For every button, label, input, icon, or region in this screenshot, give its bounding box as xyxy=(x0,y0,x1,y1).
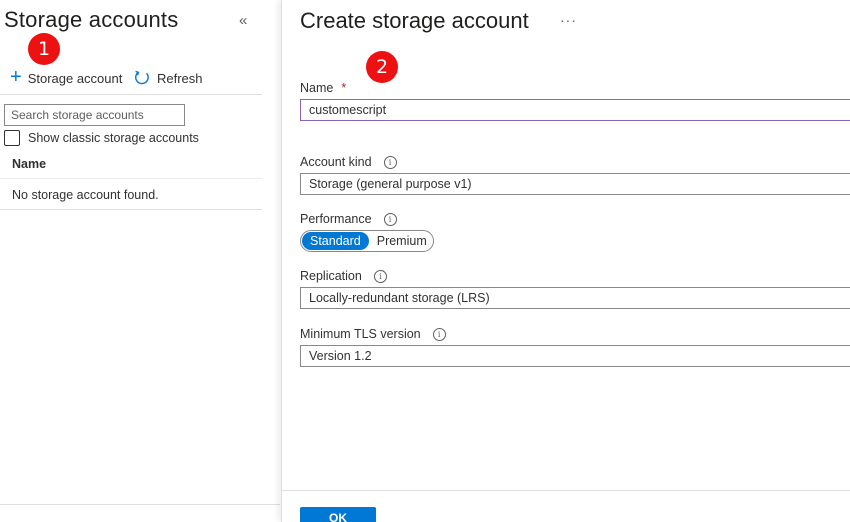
empty-message: No storage account found. xyxy=(12,188,159,202)
create-storage-account-blade: Create storage account ··· Name * Account… xyxy=(281,0,850,522)
divider xyxy=(0,504,280,505)
app-root: Storage accounts « + Storage account Ref… xyxy=(0,0,850,522)
replication-value: Locally-redundant storage (LRS) xyxy=(309,291,490,305)
refresh-button[interactable]: Refresh xyxy=(133,66,203,90)
name-input[interactable] xyxy=(300,99,850,121)
min-tls-label-text: Minimum TLS version xyxy=(300,327,421,341)
min-tls-value: Version 1.2 xyxy=(309,349,372,363)
refresh-label: Refresh xyxy=(157,70,203,86)
replication-select[interactable]: Locally-redundant storage (LRS) xyxy=(300,287,850,309)
min-tls-label: Minimum TLS version i xyxy=(300,327,446,341)
account-kind-value: Storage (general purpose v1) xyxy=(309,177,472,191)
page-title: Storage accounts xyxy=(4,7,179,32)
show-classic-checkbox-row[interactable]: Show classic storage accounts xyxy=(4,129,199,147)
collapse-panel-icon[interactable]: « xyxy=(239,12,247,29)
footer-divider xyxy=(282,490,850,491)
add-storage-account-button[interactable]: + Storage account xyxy=(10,66,122,90)
performance-label-text: Performance xyxy=(300,212,372,226)
info-icon[interactable]: i xyxy=(383,212,397,226)
performance-option-premium[interactable]: Premium xyxy=(369,232,435,250)
info-icon[interactable]: i xyxy=(373,269,387,283)
replication-label-text: Replication xyxy=(300,269,362,283)
table-header: Name xyxy=(0,150,262,179)
search-input[interactable] xyxy=(4,104,185,126)
performance-option-standard[interactable]: Standard xyxy=(302,232,369,250)
show-classic-checkbox[interactable] xyxy=(4,130,20,146)
account-kind-select[interactable]: Storage (general purpose v1) xyxy=(300,173,850,195)
column-header-name[interactable]: Name xyxy=(12,157,46,171)
refresh-icon xyxy=(135,70,149,85)
info-icon[interactable]: i xyxy=(383,155,397,169)
step-badge-1: 1 xyxy=(28,33,60,65)
ok-button[interactable]: OK xyxy=(300,507,376,522)
toolbar: + Storage account Refresh xyxy=(0,66,262,95)
required-marker: * xyxy=(341,81,347,95)
info-icon[interactable]: i xyxy=(432,327,446,341)
account-kind-label: Account kind i xyxy=(300,155,397,169)
plus-icon: + xyxy=(10,66,22,88)
account-kind-label-text: Account kind xyxy=(300,155,372,169)
performance-label: Performance i xyxy=(300,212,397,226)
show-classic-label: Show classic storage accounts xyxy=(28,131,199,145)
more-options-icon[interactable]: ··· xyxy=(560,12,577,28)
name-label-text: Name xyxy=(300,81,334,95)
table-empty-row: No storage account found. xyxy=(0,180,262,210)
replication-label: Replication i xyxy=(300,269,387,283)
step-badge-2: 2 xyxy=(366,51,398,83)
min-tls-select[interactable]: Version 1.2 xyxy=(300,345,850,367)
add-storage-account-label: Storage account xyxy=(27,70,123,86)
storage-accounts-panel: Storage accounts « + Storage account Ref… xyxy=(0,0,280,522)
blade-title: Create storage account xyxy=(300,8,529,33)
name-label: Name * xyxy=(300,81,346,95)
performance-toggle: Standard Premium xyxy=(300,230,434,252)
